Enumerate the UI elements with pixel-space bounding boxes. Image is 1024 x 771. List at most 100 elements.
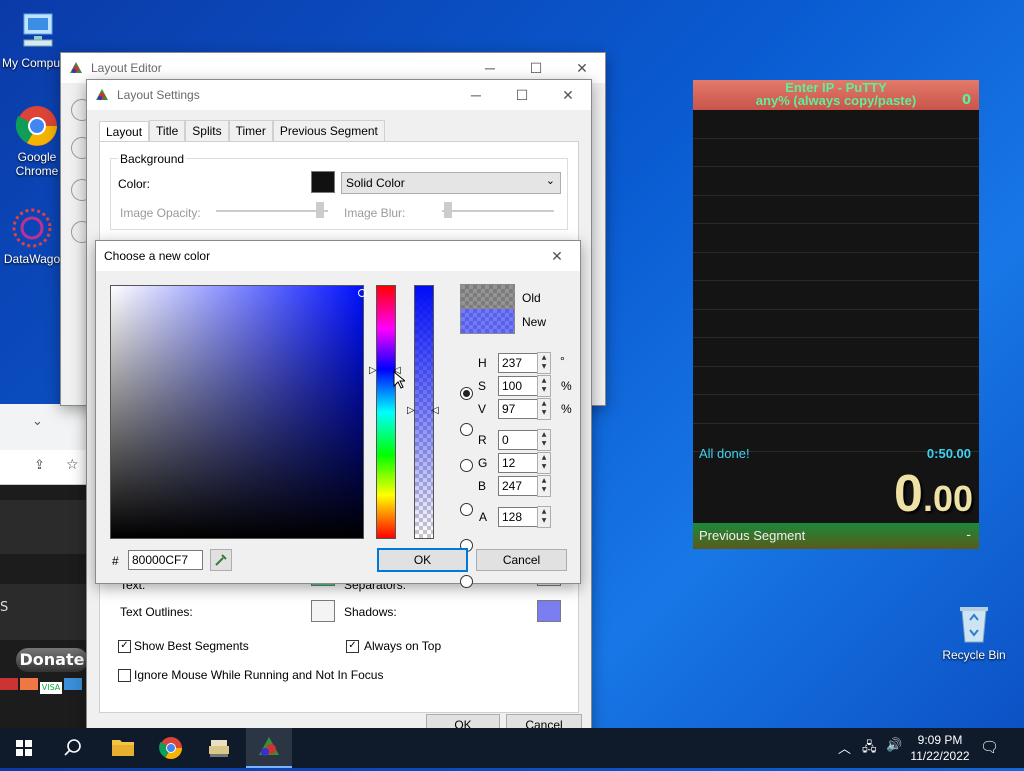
always-on-top-checkbox[interactable]: ✓ bbox=[346, 640, 359, 653]
split-row bbox=[693, 224, 979, 253]
color-dialog-titlebar: Choose a new color ✕ bbox=[96, 241, 580, 271]
v-spinner[interactable]: ▲ ▼ bbox=[537, 398, 551, 420]
ignore-mouse-checkbox[interactable] bbox=[118, 669, 131, 682]
image-blur-slider[interactable] bbox=[442, 210, 554, 212]
desktop-icon-recycle-bin[interactable]: Recycle Bin bbox=[938, 602, 1010, 662]
taskbar-livesplit[interactable] bbox=[246, 728, 292, 768]
timer-decimal: .00 bbox=[922, 478, 973, 519]
livesplit-window[interactable]: Enter IP - PuTTY any% (always copy/paste… bbox=[693, 80, 979, 549]
r-spinner[interactable]: ▲ ▼ bbox=[537, 429, 551, 451]
old-label: Old bbox=[522, 291, 541, 305]
final-status: All done! bbox=[699, 446, 750, 461]
saturation-value-box[interactable] bbox=[110, 285, 364, 539]
taskbar-file-explorer[interactable] bbox=[100, 728, 146, 768]
h-radio[interactable] bbox=[460, 387, 473, 400]
close-button[interactable]: ✕ bbox=[545, 80, 591, 110]
color-cancel-button[interactable]: Cancel bbox=[476, 549, 567, 571]
alpha-marker-left[interactable]: ▷ bbox=[407, 405, 415, 416]
color-ok-button[interactable]: OK bbox=[377, 548, 468, 572]
a-input[interactable]: 128 bbox=[498, 507, 539, 527]
b-input[interactable]: 247 bbox=[498, 476, 539, 496]
tab-previous-segment[interactable]: Previous Segment bbox=[272, 120, 385, 141]
r-radio[interactable] bbox=[460, 503, 473, 516]
star-icon[interactable]: ☆ bbox=[66, 457, 79, 473]
a-spinner[interactable]: ▲ ▼ bbox=[537, 506, 551, 528]
layout-settings-titlebar: Layout Settings ─ ☐ ✕ bbox=[87, 80, 591, 110]
r-input[interactable]: 0 bbox=[498, 430, 539, 450]
shadows-color-swatch[interactable] bbox=[537, 600, 561, 622]
text-outlines-color-swatch[interactable] bbox=[311, 600, 335, 622]
g-spinner[interactable]: ▲ ▼ bbox=[537, 452, 551, 474]
slider-thumb[interactable] bbox=[444, 202, 452, 218]
taskbar-chrome[interactable] bbox=[148, 728, 194, 768]
split-row bbox=[693, 281, 979, 310]
close-button[interactable]: ✕ bbox=[534, 241, 580, 271]
run-category: any% (always copy/paste) bbox=[755, 93, 917, 108]
s-spinner[interactable]: ▲ ▼ bbox=[537, 375, 551, 397]
eyedropper-icon bbox=[215, 554, 227, 566]
color-type-select[interactable]: Solid Color ⌄ bbox=[341, 172, 561, 194]
mouse-cursor-icon bbox=[393, 370, 407, 392]
search-button[interactable] bbox=[48, 728, 96, 768]
color-dialog: Choose a new color ✕ ▷ ◁ ▷ ◁ Old New H 2… bbox=[95, 240, 581, 588]
clock-time: 9:09 PM bbox=[917, 733, 963, 747]
page-letter: S bbox=[0, 600, 9, 615]
desktop-icon-datawagon[interactable]: DataWago bbox=[0, 206, 64, 266]
taskbar: ︿ 🖧 🔊 9:09 PM 11/22/2022 🗨 bbox=[0, 728, 1024, 768]
donate-button[interactable]: Donate bbox=[16, 648, 88, 672]
hue-slider[interactable] bbox=[376, 285, 396, 539]
minimize-button[interactable]: ─ bbox=[453, 80, 499, 110]
notification-icon[interactable]: 🗨 bbox=[980, 738, 999, 756]
chrome-icon bbox=[159, 737, 182, 759]
maximize-button[interactable]: ☐ bbox=[499, 80, 545, 110]
split-row bbox=[693, 139, 979, 167]
split-row bbox=[693, 367, 979, 395]
sv-picker-marker[interactable] bbox=[358, 289, 366, 297]
always-on-top-label: Always on Top bbox=[364, 639, 442, 653]
eyedropper-button[interactable] bbox=[210, 549, 232, 571]
background-color-swatch[interactable] bbox=[311, 171, 335, 193]
share-icon[interactable]: ⇪ bbox=[34, 458, 45, 473]
chevron-up-icon[interactable]: ︿ bbox=[838, 738, 851, 757]
tab-splits[interactable]: Splits bbox=[185, 120, 229, 141]
taskbar-app[interactable] bbox=[196, 728, 242, 768]
tab-timer[interactable]: Timer bbox=[228, 120, 273, 141]
v-radio[interactable] bbox=[460, 459, 473, 472]
slider-thumb[interactable] bbox=[316, 202, 324, 218]
v-input[interactable]: 97 bbox=[498, 399, 539, 419]
attempt-count: 0 bbox=[961, 93, 971, 108]
split-row bbox=[693, 253, 979, 281]
show-best-segments-label: Show Best Segments bbox=[134, 639, 249, 653]
show-best-segments-checkbox[interactable]: ✓ bbox=[118, 640, 131, 653]
clock[interactable]: 9:09 PM 11/22/2022 bbox=[906, 732, 974, 764]
volume-icon[interactable]: 🔊 bbox=[886, 738, 902, 753]
previous-segment-value: - bbox=[966, 528, 971, 543]
color-dialog-title: Choose a new color bbox=[104, 249, 211, 263]
network-icon[interactable]: 🖧 bbox=[862, 738, 877, 760]
color-type-value: Solid Color bbox=[346, 176, 405, 190]
hex-prefix: # bbox=[112, 554, 119, 568]
s-radio[interactable] bbox=[460, 423, 473, 436]
tab-title[interactable]: Title bbox=[149, 120, 186, 141]
g-input[interactable]: 12 bbox=[498, 453, 539, 473]
h-input[interactable]: 237 bbox=[498, 353, 539, 373]
a-label: A bbox=[479, 510, 488, 524]
new-label: New bbox=[522, 315, 547, 329]
recycle-bin-icon bbox=[952, 602, 996, 646]
hex-input[interactable]: 80000CF7 bbox=[128, 550, 203, 570]
image-opacity-slider[interactable] bbox=[216, 210, 328, 212]
tab-layout[interactable]: Layout bbox=[99, 121, 150, 142]
chevron-down-icon[interactable]: ⌄ bbox=[32, 414, 43, 429]
start-button[interactable] bbox=[0, 728, 48, 768]
split-row bbox=[693, 110, 979, 139]
livesplit-icon bbox=[69, 61, 83, 75]
b-spinner[interactable]: ▲ ▼ bbox=[537, 475, 551, 497]
image-blur-label: Image Blur: bbox=[344, 206, 406, 220]
alpha-marker-right[interactable]: ◁ bbox=[431, 405, 439, 416]
b-radio[interactable] bbox=[460, 575, 473, 588]
new-color-preview bbox=[460, 308, 515, 334]
timer-display: 0.00 bbox=[894, 464, 973, 524]
hue-marker-left[interactable]: ▷ bbox=[369, 365, 377, 376]
s-input[interactable]: 100 bbox=[498, 376, 539, 396]
h-spinner[interactable]: ▲ ▼ bbox=[537, 352, 551, 374]
